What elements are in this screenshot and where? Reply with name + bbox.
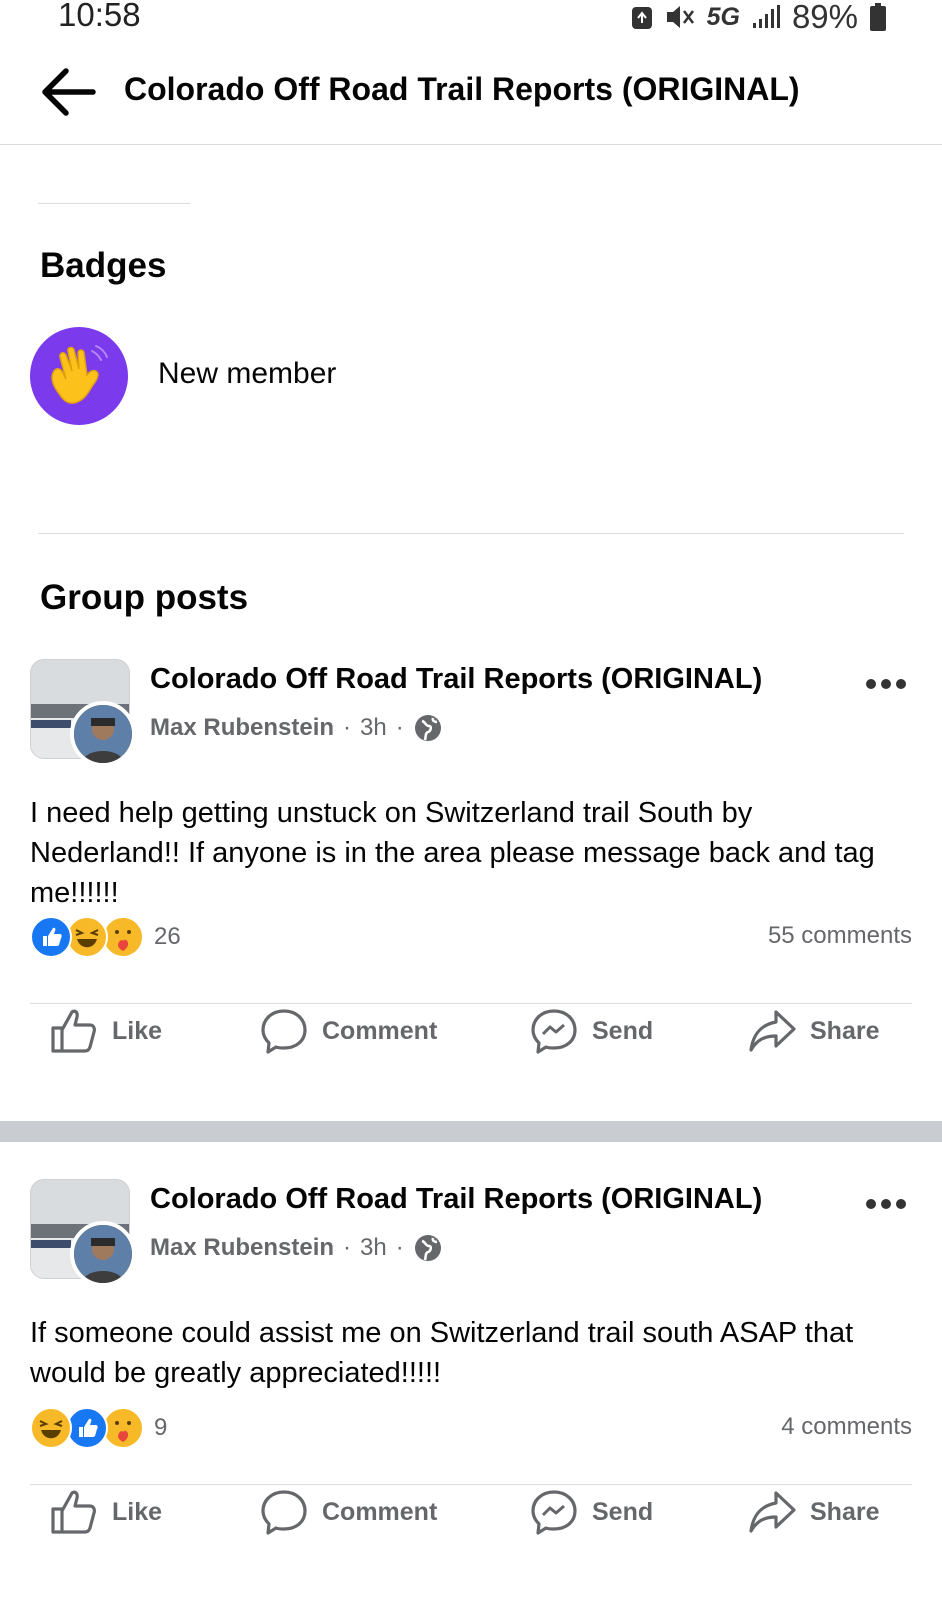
mute-icon (666, 6, 694, 28)
messenger-icon (531, 1490, 577, 1535)
like-label: Like (112, 1497, 163, 1526)
more-options-button[interactable] (866, 1193, 912, 1215)
comment-button[interactable]: Comment (260, 1489, 437, 1535)
send-label: Send (592, 1497, 654, 1526)
thumbs-up-icon (51, 1009, 96, 1053)
post-time[interactable]: 3h (360, 1234, 387, 1262)
globe-icon (414, 1235, 441, 1261)
post-time[interactable]: 3h (360, 714, 387, 742)
post-author[interactable]: Max Rubenstein (150, 1234, 334, 1262)
signal-icon (752, 5, 780, 28)
reactions-summary[interactable]: 26 (30, 916, 181, 958)
share-button[interactable]: Share (748, 1489, 879, 1535)
post-text: If someone could assist me on Switzerlan… (30, 1317, 854, 1389)
status-time: 10:58 (58, 0, 141, 33)
page-title: Colorado Off Road Trail Reports (ORIGINA… (124, 71, 800, 107)
comment-label: Comment (322, 1016, 438, 1045)
reactions-summary[interactable]: 9 (30, 1407, 167, 1449)
share-label: Share (810, 1016, 880, 1045)
header: Colorado Off Road Trail Reports (ORIGINA… (0, 48, 942, 145)
more-options-button[interactable] (866, 673, 912, 695)
divider (30, 1484, 912, 1485)
haha-reaction-icon (30, 1407, 72, 1449)
care-reaction-icon (102, 916, 144, 958)
badge-label: New member (158, 357, 337, 390)
like-button[interactable]: Like (50, 1489, 162, 1535)
comment-label: Comment (322, 1497, 438, 1526)
send-button[interactable]: Send (530, 1489, 653, 1535)
divider (38, 203, 190, 204)
battery-icon (870, 3, 886, 31)
avatar[interactable] (30, 659, 136, 767)
post-meta: Max Rubenstein · 3h · (150, 1233, 443, 1263)
care-reaction-icon (102, 1407, 144, 1449)
reaction-count: 26 (154, 923, 181, 950)
comments-count[interactable]: 4 comments (781, 1413, 912, 1441)
post-action-bar: Like Comment Send Share (0, 1008, 942, 1068)
thumbs-up-icon (51, 1490, 96, 1534)
separator-dot: · (343, 714, 352, 741)
like-reaction-icon (30, 916, 72, 958)
comment-button[interactable]: Comment (260, 1008, 437, 1054)
share-label: Share (810, 1497, 880, 1526)
divider (30, 1003, 912, 1004)
share-arrow-icon (749, 1491, 796, 1533)
haha-reaction-icon (66, 916, 108, 958)
status-icons: 5G 89% (631, 0, 886, 36)
network-type: 5G (706, 2, 740, 31)
avatar[interactable] (30, 1179, 136, 1287)
lock-notification-icon (631, 7, 652, 29)
post-action-bar: Like Comment Send Share (0, 1489, 942, 1549)
status-bar: 10:58 5G 89% (0, 0, 942, 36)
separator-dot: · (395, 714, 404, 741)
separator-dot: · (395, 1234, 404, 1261)
share-button[interactable]: Share (748, 1008, 879, 1054)
reaction-count: 9 (154, 1414, 168, 1441)
post-group-name[interactable]: Colorado Off Road Trail Reports (ORIGINA… (150, 1183, 762, 1216)
waving-hand-icon (30, 327, 128, 425)
post-text: I need help getting unstuck on Switzerla… (30, 797, 875, 909)
send-button[interactable]: Send (530, 1008, 653, 1054)
share-arrow-icon (749, 1010, 796, 1052)
like-label: Like (112, 1016, 163, 1045)
post-group-name[interactable]: Colorado Off Road Trail Reports (ORIGINA… (150, 663, 762, 696)
battery-percent: 89% (791, 0, 858, 35)
separator-dot: · (343, 1234, 352, 1261)
comment-bubble-icon (261, 1009, 307, 1054)
comment-bubble-icon (261, 1490, 307, 1535)
comments-count[interactable]: 55 comments (768, 922, 912, 950)
back-arrow-icon[interactable] (38, 66, 96, 118)
like-reaction-icon (66, 1407, 108, 1449)
group-posts-heading: Group posts (40, 578, 249, 617)
send-label: Send (592, 1016, 654, 1045)
post-separator (0, 1121, 942, 1142)
post-meta: Max Rubenstein · 3h · (150, 713, 443, 743)
post-author[interactable]: Max Rubenstein (150, 714, 334, 742)
user-avatar (70, 701, 136, 767)
globe-icon (414, 715, 441, 741)
user-avatar (70, 1221, 136, 1287)
badges-heading: Badges (40, 246, 167, 285)
like-button[interactable]: Like (50, 1008, 162, 1054)
messenger-icon (531, 1009, 577, 1054)
divider (38, 533, 904, 534)
